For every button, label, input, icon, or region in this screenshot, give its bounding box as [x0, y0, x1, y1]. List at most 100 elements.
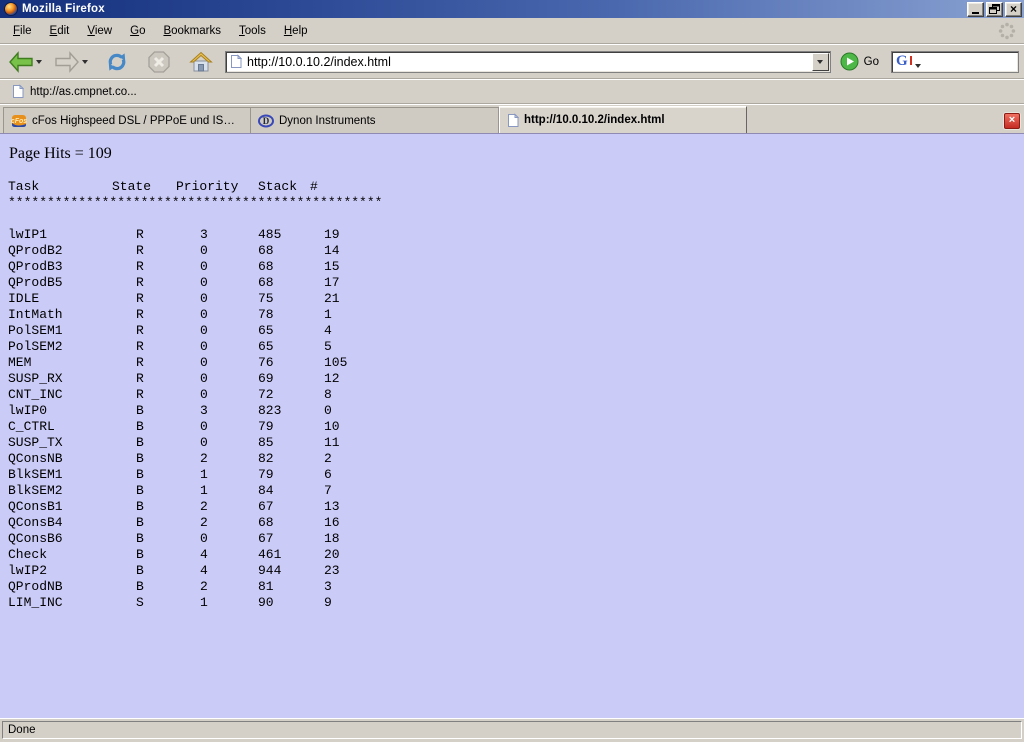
tab-label: cFos Highspeed DSL / PPPoE und ISDN CAP.… [32, 115, 243, 127]
throbber-icon [998, 22, 1016, 40]
cell-state: B [136, 467, 144, 483]
bookmark-item[interactable]: http://as.cmpnet.co... [8, 82, 141, 101]
home-button[interactable] [185, 48, 217, 76]
cell-number: 6 [324, 467, 332, 483]
cell-task: QConsB6 [8, 531, 63, 547]
cell-stack: 65 [258, 323, 274, 339]
close-tab-button[interactable]: × [1004, 113, 1020, 129]
url-dropdown-caret [817, 60, 823, 64]
reload-button[interactable] [101, 48, 133, 76]
cell-state: R [136, 243, 144, 259]
cell-state: B [136, 515, 144, 531]
table-row: Check B 4 461 20 [0, 547, 1024, 563]
navigation-toolbar: http://10.0.10.2/index.html Go G [0, 44, 1024, 79]
menu-go[interactable]: Go [121, 21, 154, 41]
cell-stack: 72 [258, 387, 274, 403]
cell-priority: 0 [200, 291, 208, 307]
cell-task: QProdB5 [8, 275, 63, 291]
cell-stack: 461 [258, 547, 281, 563]
cell-number: 13 [324, 499, 340, 515]
back-arrow-icon [8, 51, 34, 73]
go-button[interactable]: Go [836, 52, 883, 71]
minimize-icon [972, 12, 979, 14]
window-title: Mozilla Firefox [22, 3, 965, 15]
tab-dynon[interactable]: D Dynon Instruments [251, 107, 499, 133]
restore-button[interactable] [986, 2, 1003, 17]
table-row: C_CTRL B 0 79 10 [0, 419, 1024, 435]
cell-task: SUSP_TX [8, 435, 63, 451]
cell-stack: 67 [258, 499, 274, 515]
firefox-logo-icon [4, 2, 18, 16]
cell-number: 10 [324, 419, 340, 435]
menu-view[interactable]: View [78, 21, 121, 41]
cell-task: IntMath [8, 307, 63, 323]
cell-priority: 2 [200, 499, 208, 515]
cell-priority: 3 [200, 227, 208, 243]
tab-label: Dynon Instruments [279, 115, 376, 127]
search-input[interactable]: G [891, 51, 1019, 73]
cell-priority: 0 [200, 339, 208, 355]
table-row: LIM_INC S 1 90 9 [0, 595, 1024, 611]
table-row: IDLE R 0 75 21 [0, 291, 1024, 307]
cell-state: R [136, 339, 144, 355]
cell-number: 16 [324, 515, 340, 531]
menu-tools[interactable]: Tools [230, 21, 275, 41]
cell-priority: 0 [200, 419, 208, 435]
page-icon [507, 113, 519, 128]
search-engine-caret[interactable] [915, 64, 921, 68]
reload-icon [104, 50, 130, 74]
col-stack: Stack [258, 179, 297, 195]
task-table: Task State Priority Stack # ************… [0, 179, 1024, 611]
cell-number: 5 [324, 339, 332, 355]
cell-number: 0 [324, 403, 332, 419]
cell-priority: 2 [200, 451, 208, 467]
cell-task: QProdNB [8, 579, 63, 595]
col-task: Task [8, 179, 39, 195]
table-row: QProdB3 R 0 68 15 [0, 259, 1024, 275]
menu-file[interactable]: File [4, 21, 41, 41]
cell-task: PolSEM1 [8, 323, 63, 339]
forward-button[interactable] [51, 49, 91, 75]
bookmark-label: http://as.cmpnet.co... [30, 86, 137, 98]
cell-priority: 3 [200, 403, 208, 419]
minimize-button[interactable] [967, 2, 984, 17]
cell-priority: 0 [200, 531, 208, 547]
back-button[interactable] [5, 49, 45, 75]
cell-priority: 1 [200, 483, 208, 499]
cell-stack: 67 [258, 531, 274, 547]
cell-priority: 2 [200, 515, 208, 531]
address-bar[interactable]: http://10.0.10.2/index.html [225, 51, 831, 73]
tab-active-index[interactable]: http://10.0.10.2/index.html [499, 106, 747, 133]
cell-state: B [136, 419, 144, 435]
cell-number: 7 [324, 483, 332, 499]
table-row: QProdB2 R 0 68 14 [0, 243, 1024, 259]
cell-task: MEM [8, 355, 31, 371]
cell-priority: 1 [200, 467, 208, 483]
tab-cfos[interactable]: cFos cFos Highspeed DSL / PPPoE und ISDN… [3, 107, 251, 133]
col-number: # [310, 179, 318, 195]
stop-button[interactable] [143, 48, 175, 76]
cell-task: QProdB2 [8, 243, 63, 259]
menu-bookmarks[interactable]: Bookmarks [154, 21, 230, 41]
back-dropdown-caret[interactable] [36, 60, 42, 64]
browser-window: Mozilla Firefox × File Edit View Go Book… [0, 0, 1024, 742]
menu-edit[interactable]: Edit [41, 21, 79, 41]
table-row: BlkSEM1 B 1 79 6 [0, 467, 1024, 483]
close-button[interactable]: × [1005, 2, 1022, 17]
table-row: PolSEM1 R 0 65 4 [0, 323, 1024, 339]
cell-number: 23 [324, 563, 340, 579]
forward-dropdown-caret[interactable] [82, 60, 88, 64]
cell-stack: 90 [258, 595, 274, 611]
dynon-icon: D [258, 113, 274, 129]
cell-stack: 68 [258, 515, 274, 531]
cell-task: BlkSEM1 [8, 467, 63, 483]
menu-help[interactable]: Help [275, 21, 317, 41]
cell-state: S [136, 595, 144, 611]
cell-stack: 81 [258, 579, 274, 595]
cell-state: R [136, 275, 144, 291]
url-dropdown-button[interactable] [812, 53, 829, 71]
page-content: Page Hits = 109 Task State Priority Stac… [0, 134, 1024, 718]
url-input[interactable]: http://10.0.10.2/index.html [242, 55, 812, 69]
table-row: PolSEM2 R 0 65 5 [0, 339, 1024, 355]
cell-number: 12 [324, 371, 340, 387]
